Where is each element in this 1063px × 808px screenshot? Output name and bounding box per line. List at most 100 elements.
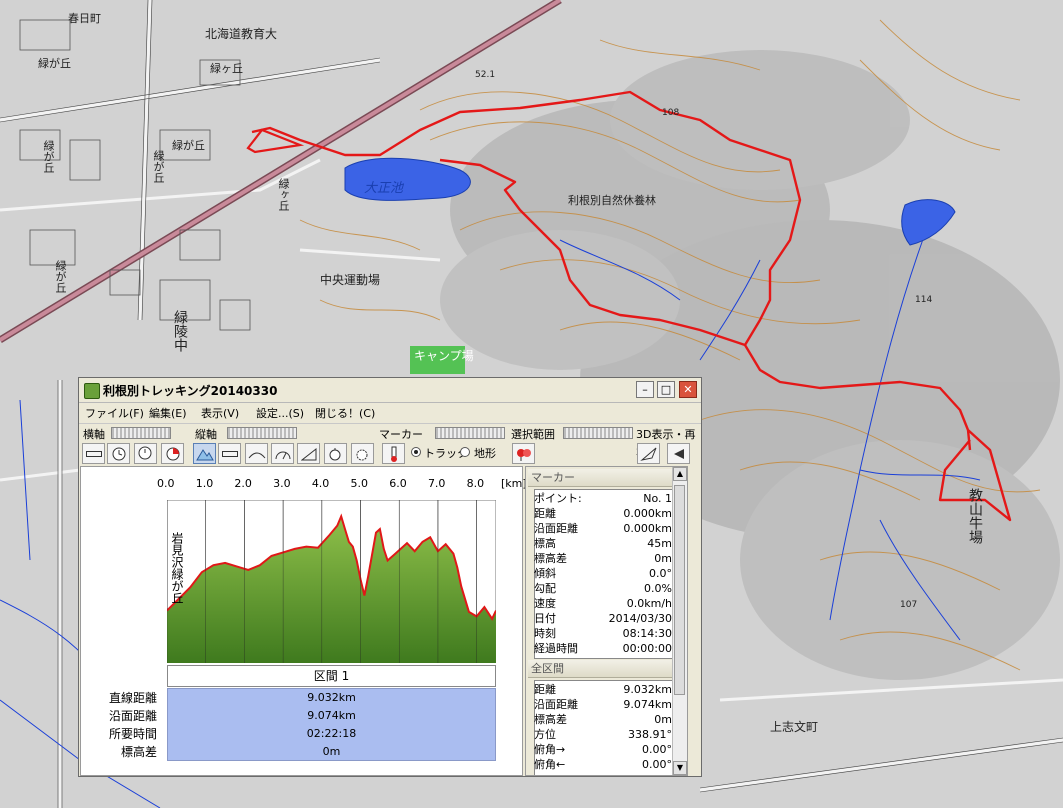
map-label-midori-4: 緑が丘 bbox=[42, 140, 55, 173]
3d-arrow-icon bbox=[639, 447, 656, 461]
selection-button[interactable] bbox=[512, 443, 535, 464]
marker-row-key: 日付 bbox=[534, 612, 556, 625]
scroll-thumb[interactable] bbox=[674, 485, 685, 695]
total-row-key: 沿面距離 bbox=[534, 698, 578, 711]
play-back-button[interactable] bbox=[667, 443, 690, 464]
time-axis-button[interactable] bbox=[107, 443, 130, 464]
pie-axis-button[interactable] bbox=[161, 443, 184, 464]
x-axis-unit: [km] bbox=[501, 477, 527, 490]
marker-time-button[interactable] bbox=[324, 443, 347, 464]
total-row-value: 9.074km bbox=[623, 698, 672, 711]
ruler-icon bbox=[85, 450, 102, 457]
map-label-kasuga: 春日町 bbox=[68, 12, 101, 25]
map-label-midori-1: 緑が丘 bbox=[38, 57, 71, 70]
x-tick-label: 7.0 bbox=[427, 477, 446, 490]
map-label-elev-107: 107 bbox=[900, 600, 918, 610]
map-label-university: 北海道教育大 bbox=[205, 27, 278, 41]
marker-slider[interactable] bbox=[435, 427, 505, 439]
total-row: 沿面距離 9.074km bbox=[534, 697, 672, 712]
scroll-down-arrow[interactable]: ▼ bbox=[673, 761, 687, 775]
marker-row: 勾配 0.0% bbox=[534, 581, 672, 596]
total-row-key: 俯角→ bbox=[534, 743, 566, 756]
slope-axis-button[interactable] bbox=[218, 443, 241, 464]
panel-scrollbar[interactable]: ▲ ▼ bbox=[672, 467, 687, 775]
vertical-axis-slider[interactable] bbox=[227, 427, 297, 439]
menu-view[interactable]: 表示(V) bbox=[201, 405, 239, 421]
total-row-key: 俯角← bbox=[534, 758, 566, 771]
terrain-radio[interactable] bbox=[460, 447, 470, 457]
track-radio[interactable] bbox=[411, 447, 421, 457]
maximize-button[interactable]: □ bbox=[657, 381, 675, 398]
map-label-peak-108: 108 bbox=[662, 108, 680, 118]
total-row: 方位 338.91° bbox=[534, 727, 672, 742]
menu-edit[interactable]: 編集(E) bbox=[149, 405, 187, 421]
total-row: 俯角← 0.00° bbox=[534, 757, 672, 772]
marker-clock-button[interactable] bbox=[351, 443, 374, 464]
section-values: 9.032km 9.074km 02:22:18 0m bbox=[167, 688, 496, 761]
menu-file[interactable]: ファイル(F) bbox=[85, 405, 144, 421]
total-row-key: 標高差 bbox=[534, 713, 567, 726]
total-row: 俯角→ 0.00° bbox=[534, 742, 672, 757]
marker-row-value: 0.0km/h bbox=[626, 597, 672, 610]
marker-row-key: 標高差 bbox=[534, 552, 567, 565]
speedometer-button[interactable] bbox=[271, 443, 294, 464]
menu-settings[interactable]: 設定...(S) bbox=[256, 405, 304, 421]
window-title: 利根別トレッキング20140330 bbox=[103, 384, 278, 398]
section-header[interactable]: 区間 1 bbox=[167, 665, 496, 687]
minimize-button[interactable]: – bbox=[636, 381, 654, 398]
selection-slider[interactable] bbox=[563, 427, 633, 439]
elevation-diff-value: 0m bbox=[322, 745, 341, 758]
menu-close[interactable]: 閉じる！(C) bbox=[315, 405, 375, 421]
scroll-up-arrow[interactable]: ▲ bbox=[673, 467, 687, 481]
marker-pin-button[interactable] bbox=[382, 443, 405, 464]
marker-row-key: 距離 bbox=[534, 507, 556, 520]
start-point-label: 岩見沢緑が丘 bbox=[170, 532, 184, 604]
marker-row: 沿面距離 0.000km bbox=[534, 521, 672, 536]
distance-axis-button[interactable] bbox=[82, 443, 105, 464]
elevation-axis-button[interactable] bbox=[193, 443, 216, 464]
x-tick-label: 2.0 bbox=[234, 477, 252, 490]
vertical-axis-label: 縦軸 bbox=[195, 428, 217, 441]
stopwatch-dashed-icon bbox=[356, 449, 367, 460]
speedometer-icon bbox=[275, 451, 290, 459]
marker-row: ポイント: No. 1 bbox=[534, 491, 672, 506]
elevation-profile-chart[interactable] bbox=[167, 500, 496, 663]
speed-axis-button[interactable] bbox=[245, 443, 268, 464]
selection-label: 選択範囲 bbox=[511, 428, 555, 441]
elevation-profile-window[interactable]: 利根別トレッキング20140330 – □ ✕ ファイル(F) 編集(E) 表示… bbox=[78, 377, 702, 777]
close-button[interactable]: ✕ bbox=[679, 381, 697, 398]
bar-icon bbox=[221, 450, 238, 457]
marker-row-key: 経過時間 bbox=[534, 642, 578, 655]
marker-row: 日付 2014/03/30 bbox=[534, 611, 672, 626]
map-label-midori-6: 緑が丘 bbox=[152, 150, 165, 183]
view3d-button[interactable] bbox=[637, 443, 660, 464]
marker-row-key: 時刻 bbox=[534, 627, 556, 640]
horizontal-axis-slider[interactable] bbox=[111, 427, 171, 439]
map-label-town-bottom: 上志文町 bbox=[770, 720, 819, 734]
title-bar[interactable]: 利根別トレッキング20140330 – □ ✕ bbox=[79, 378, 701, 403]
menu-bar: ファイル(F) 編集(E) 表示(V) 設定...(S) 閉じる！(C) bbox=[79, 403, 701, 423]
marker-info-panel[interactable]: マーカー ポイント: No. 1 距離 0.000km 沿面距離 0.000km 標高 45m… bbox=[525, 466, 688, 776]
marker-row: 速度 0.0km/h bbox=[534, 596, 672, 611]
arc-icon bbox=[248, 452, 265, 458]
total-row-key: 方位 bbox=[534, 728, 556, 741]
marker-row-value: No. 1 bbox=[643, 492, 672, 505]
x-tick-label: 3.0 bbox=[273, 477, 291, 490]
marker-row: 時刻 08:14:30 bbox=[534, 626, 672, 641]
pie-icon bbox=[166, 447, 179, 460]
x-tick-label: 0.0 bbox=[157, 477, 175, 490]
total-row-value: 338.91° bbox=[628, 728, 672, 741]
total-section-title: 全区間 bbox=[528, 660, 681, 678]
marker-row-key: 標高 bbox=[534, 537, 556, 550]
marker-row-value: 08:14:30 bbox=[622, 627, 672, 640]
marker-row-value: 00:00:00 bbox=[622, 642, 672, 655]
stopwatch-icon bbox=[329, 447, 340, 460]
back-arrow-icon bbox=[673, 448, 684, 459]
elapsed-axis-button[interactable] bbox=[134, 443, 157, 464]
marker-row-key: 傾斜 bbox=[534, 567, 556, 580]
gradient-axis-button[interactable] bbox=[297, 443, 320, 464]
map-label-midori-2: 緑ヶ丘 bbox=[210, 62, 243, 75]
marker-row-value: 45m bbox=[647, 537, 672, 550]
profile-graph-area[interactable]: 0.0 1.0 2.0 3.0 4.0 5.0 6.0 7.0 8.0 [km] 岩見沢緑が丘 … bbox=[80, 466, 527, 776]
marker-row: 距離 0.000km bbox=[534, 506, 672, 521]
